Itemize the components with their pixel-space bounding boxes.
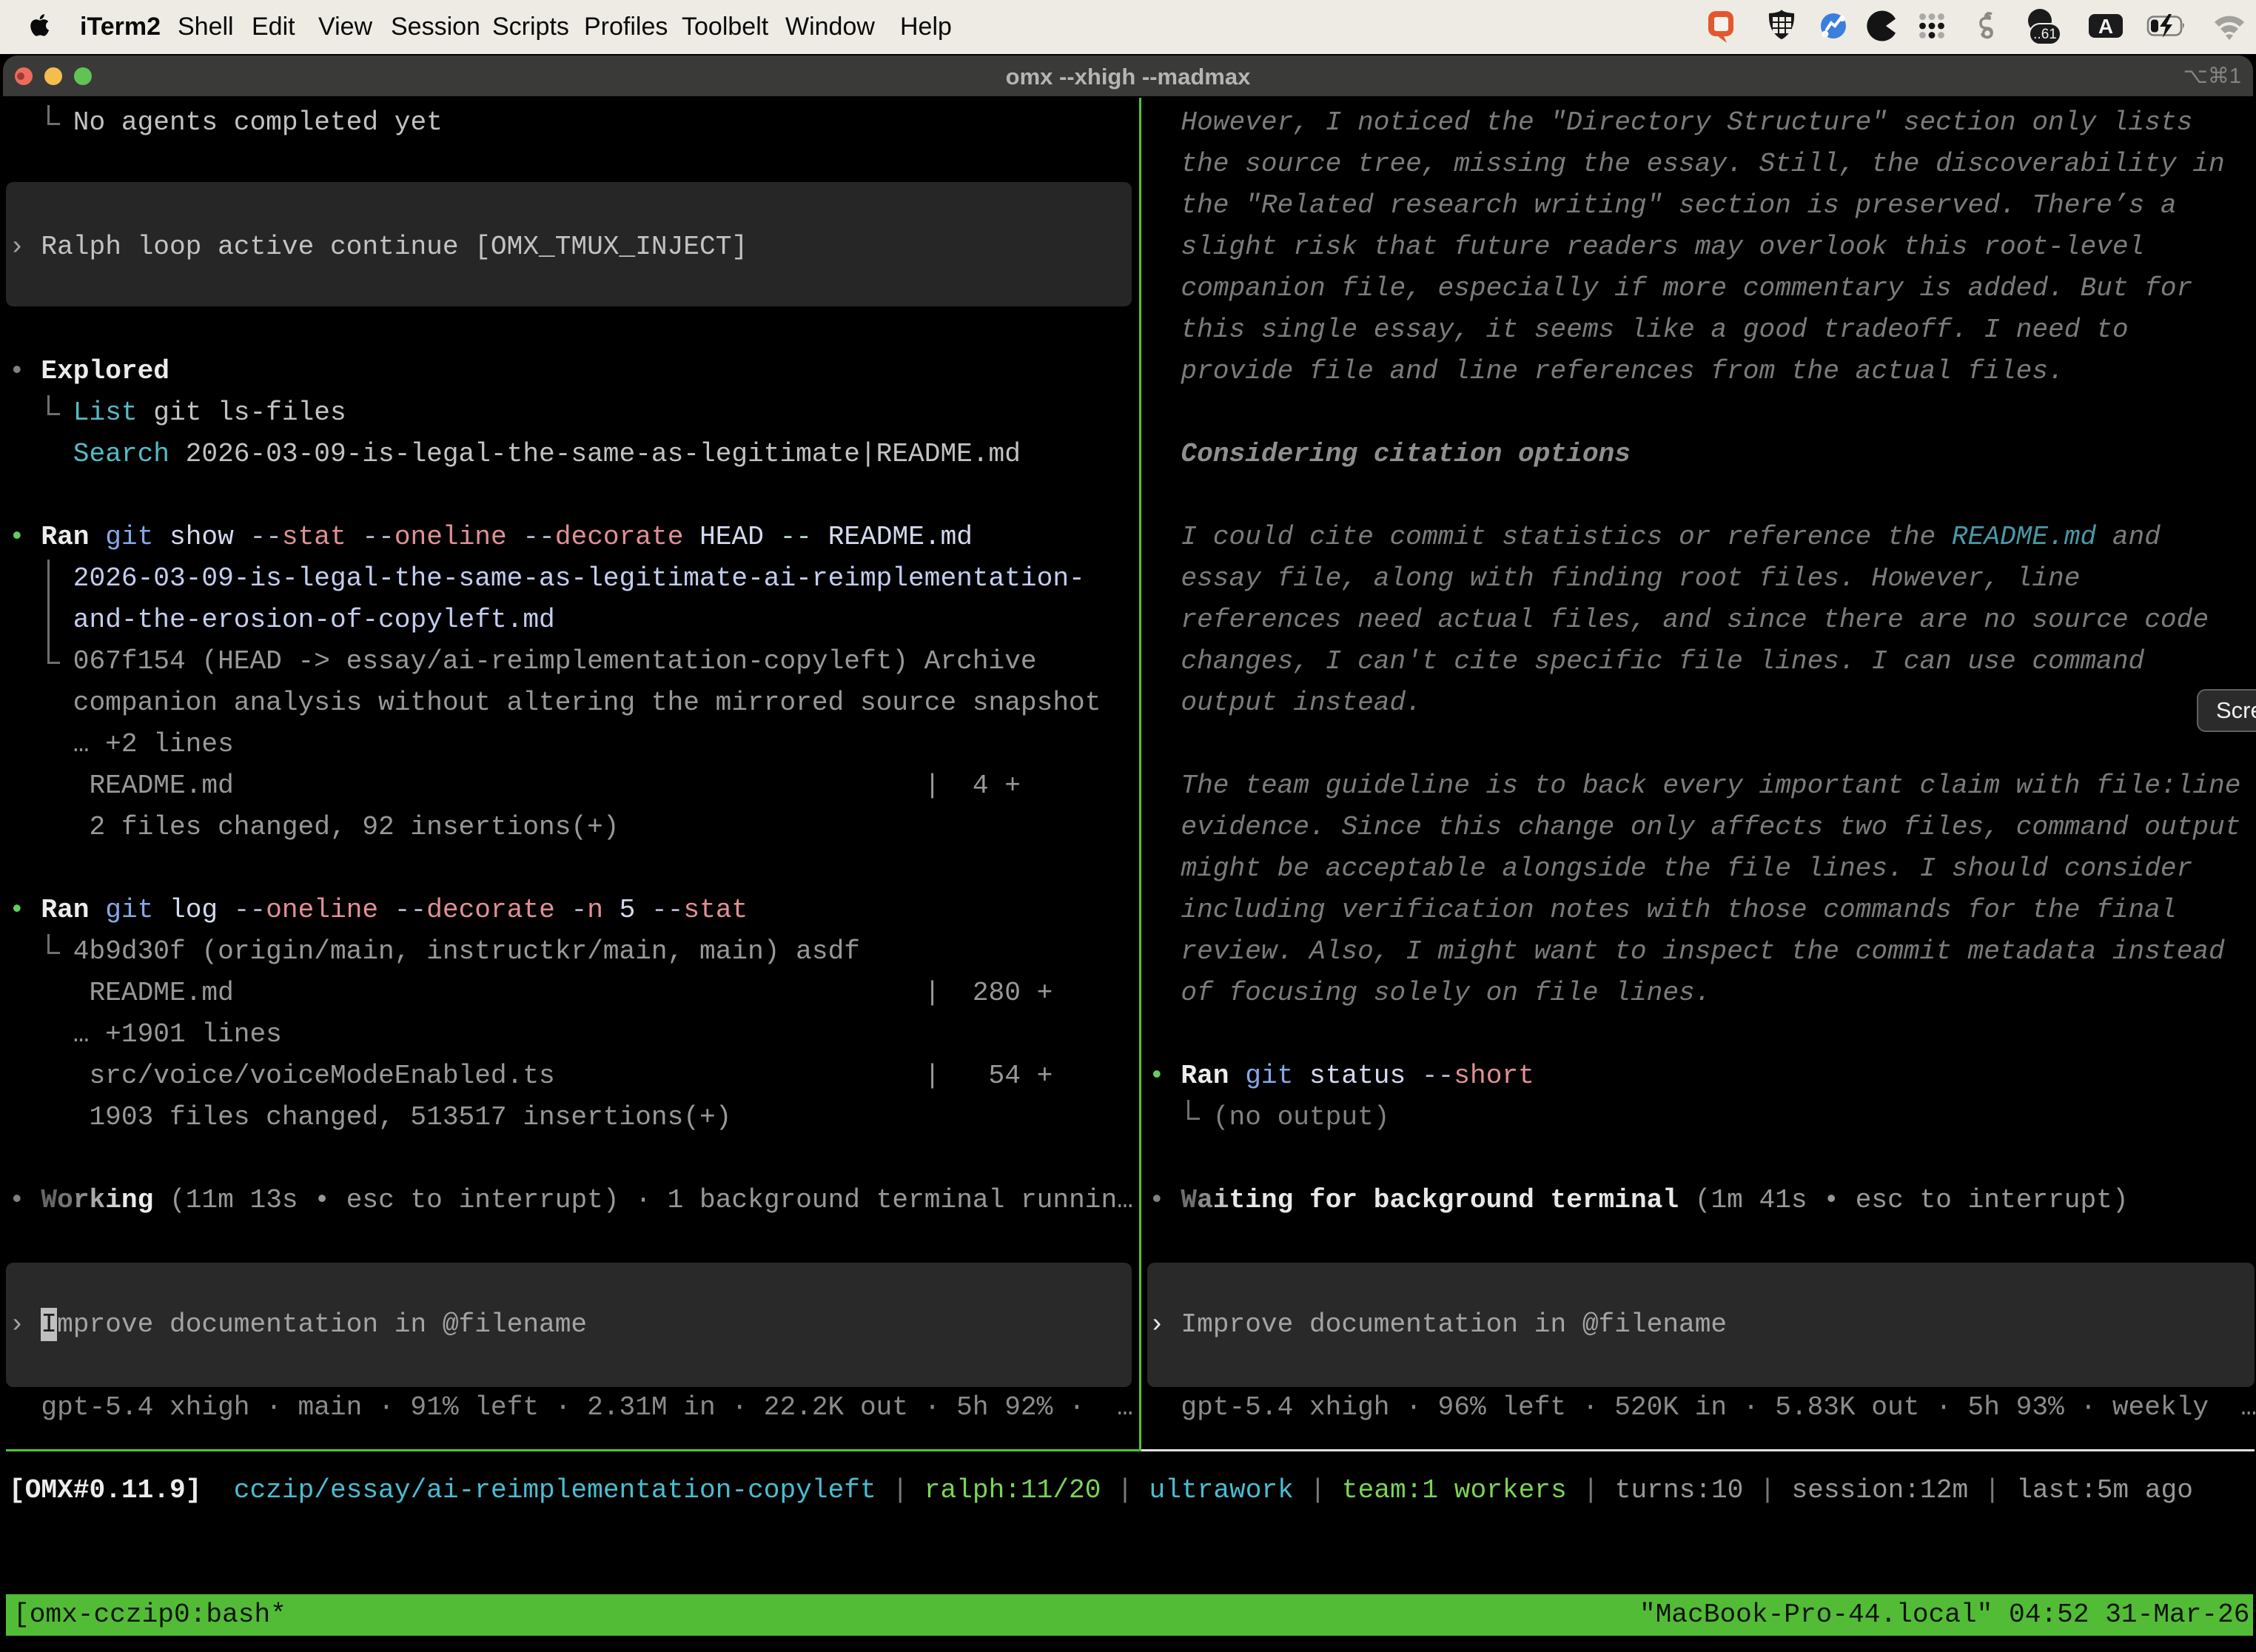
svg-text:..61: ..61 bbox=[2033, 27, 2057, 42]
svg-text:A: A bbox=[2098, 15, 2113, 38]
